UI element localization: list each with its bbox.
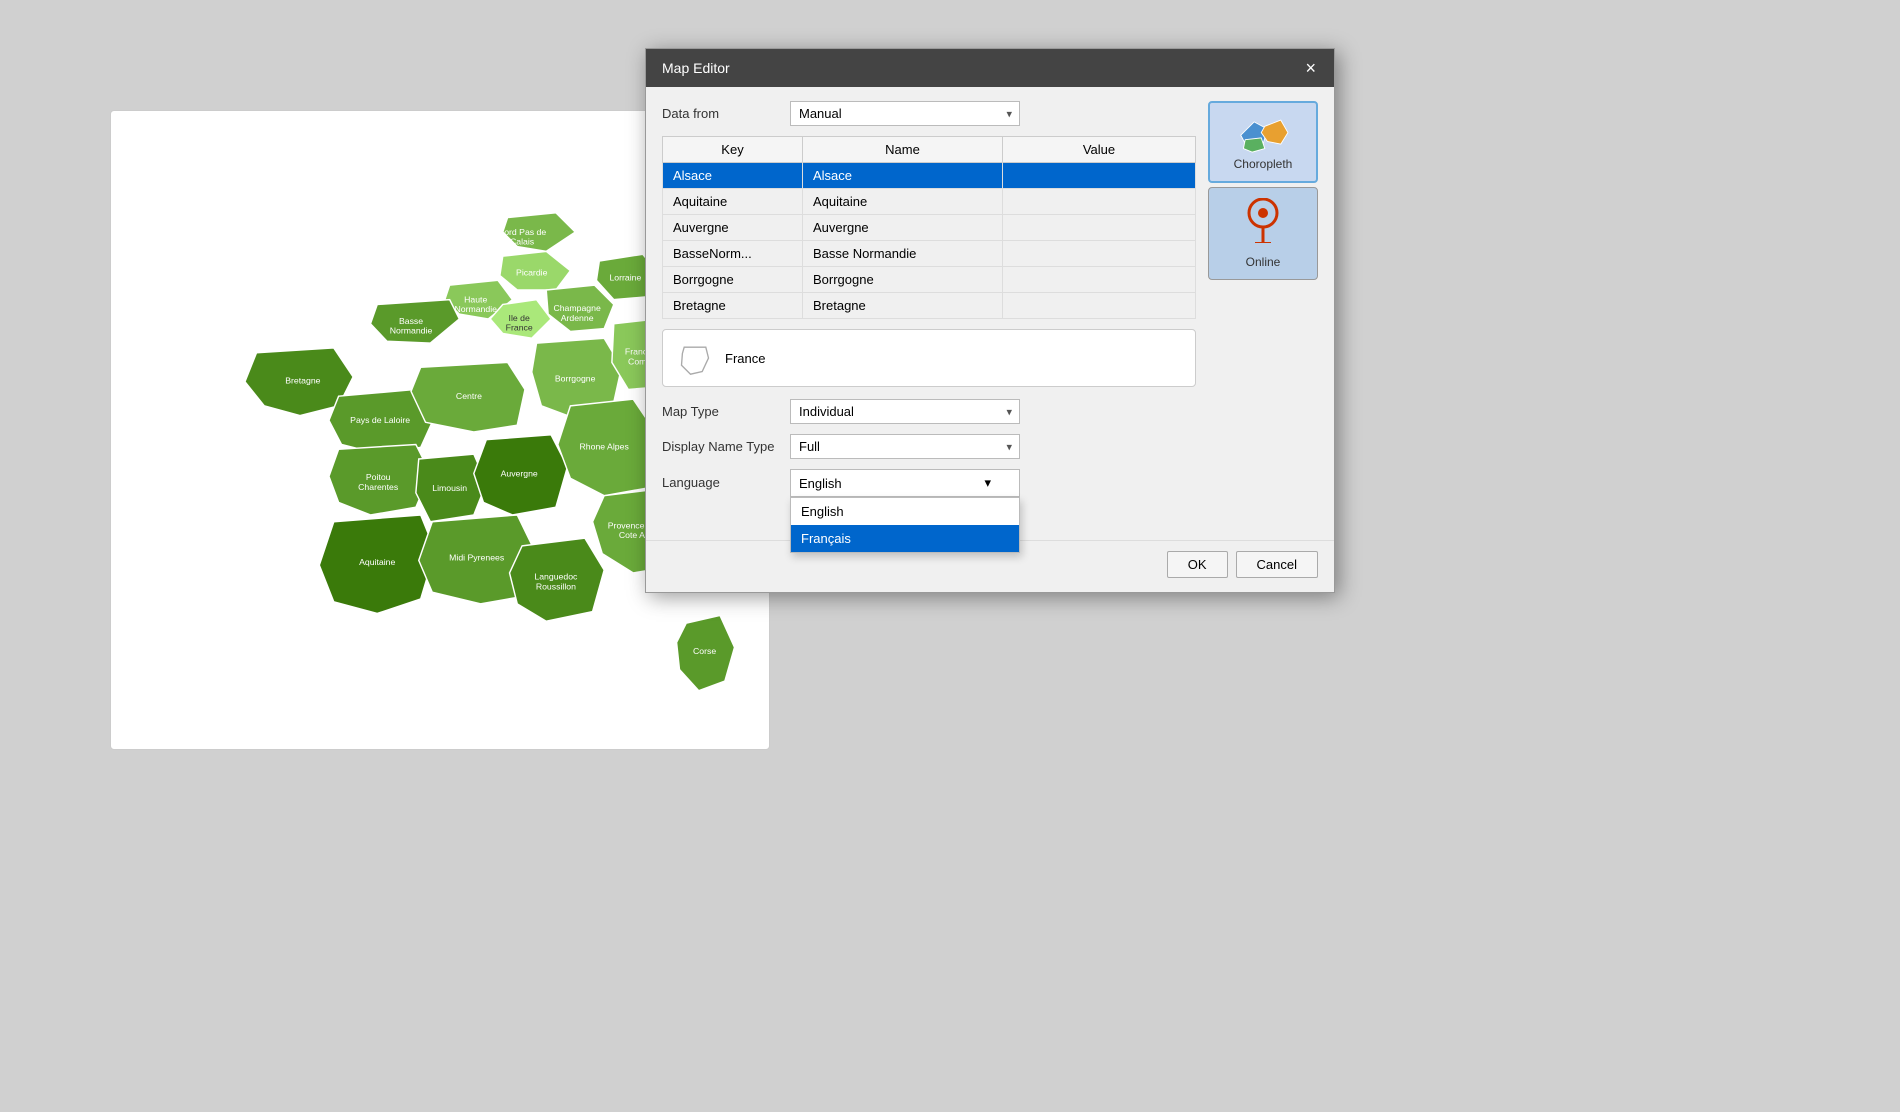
svg-text:Midi Pyrenees: Midi Pyrenees (449, 552, 505, 562)
svg-text:Picardie: Picardie (516, 268, 548, 278)
language-row: Language English ▾ English Français (662, 469, 1196, 497)
dialog-main: Data from Manual Dataset Key Name Value (662, 101, 1196, 536)
table-cell-name: Borrgogne (803, 267, 1003, 293)
table-row[interactable]: BasseNorm... Basse Normandie (663, 241, 1196, 267)
svg-text:Limousin: Limousin (432, 483, 467, 493)
svg-text:Corse: Corse (693, 646, 716, 656)
col-header-name: Name (803, 137, 1003, 163)
svg-text:Poitou: Poitou (366, 472, 391, 482)
table-cell-key: Bretagne (663, 293, 803, 319)
ok-button[interactable]: OK (1167, 551, 1228, 578)
data-from-select-wrapper: Manual Dataset (790, 101, 1020, 126)
language-option-francais[interactable]: Français (791, 525, 1019, 552)
table-cell-name: Aquitaine (803, 189, 1003, 215)
map-type-select-wrapper: Individual Grouped (790, 399, 1020, 424)
col-header-key: Key (663, 137, 803, 163)
choropleth-icon (1236, 113, 1290, 153)
col-header-value: Value (1003, 137, 1196, 163)
table-cell-key: BasseNorm... (663, 241, 803, 267)
map-selection-box[interactable]: France (662, 329, 1196, 387)
svg-text:Normandie: Normandie (454, 304, 497, 314)
svg-text:Rhone Alpes: Rhone Alpes (580, 441, 630, 451)
map-editor-dialog: Map Editor × Data from Manual Dataset (645, 48, 1335, 593)
table-row[interactable]: Auvergne Auvergne (663, 215, 1196, 241)
cancel-button[interactable]: Cancel (1236, 551, 1318, 578)
svg-text:Nord Pas de: Nord Pas de (498, 227, 546, 237)
display-name-type-row: Display Name Type Full Short (662, 434, 1196, 459)
language-dropdown-arrow: ▾ (984, 475, 991, 491)
table-row[interactable]: Aquitaine Aquitaine (663, 189, 1196, 215)
svg-text:Centre: Centre (456, 391, 482, 401)
svg-text:Haute: Haute (464, 295, 487, 305)
choropleth-option[interactable]: Choropleth (1208, 101, 1318, 183)
svg-text:Ile de: Ile de (509, 313, 530, 323)
svg-text:Borrgogne: Borrgogne (555, 374, 596, 384)
table-cell-value (1003, 267, 1196, 293)
table-row[interactable]: Borrgogne Borrgogne (663, 267, 1196, 293)
table-cell-value (1003, 163, 1196, 189)
svg-text:Normandie: Normandie (390, 325, 433, 335)
map-type-row: Map Type Individual Grouped (662, 399, 1196, 424)
svg-text:France: France (506, 323, 533, 333)
table-row[interactable]: Bretagne Bretagne (663, 293, 1196, 319)
table-cell-key: Alsace (663, 163, 803, 189)
online-option[interactable]: Online (1208, 187, 1318, 280)
display-name-type-label: Display Name Type (662, 439, 782, 454)
table-cell-value (1003, 241, 1196, 267)
table-cell-name: Auvergne (803, 215, 1003, 241)
svg-text:Champagne: Champagne (553, 303, 601, 313)
table-row[interactable]: Alsace Alsace (663, 163, 1196, 189)
svg-text:Bretagne: Bretagne (285, 376, 320, 386)
language-option-english[interactable]: English (791, 498, 1019, 525)
data-from-select[interactable]: Manual Dataset (790, 101, 1020, 126)
language-selected-value: English (799, 476, 842, 491)
online-label: Online (1246, 255, 1281, 269)
dialog-body: Data from Manual Dataset Key Name Value (646, 87, 1334, 536)
svg-text:Pays de Laloire: Pays de Laloire (350, 415, 410, 425)
data-table: Key Name Value Alsace Alsace Aquitaine A… (662, 136, 1196, 319)
svg-text:Calais: Calais (510, 237, 535, 247)
table-cell-value (1003, 293, 1196, 319)
table-cell-key: Auvergne (663, 215, 803, 241)
map-type-label: Map Type (662, 404, 782, 419)
table-cell-value (1003, 215, 1196, 241)
svg-text:Aquitaine: Aquitaine (359, 557, 395, 567)
svg-text:Auvergne: Auvergne (501, 468, 538, 478)
svg-text:Roussillon: Roussillon (536, 581, 576, 591)
dialog-titlebar: Map Editor × (646, 49, 1334, 87)
map-selection-name: France (725, 351, 765, 366)
table-cell-value (1003, 189, 1196, 215)
table-cell-key: Borrgogne (663, 267, 803, 293)
dialog-sidebar: Choropleth Online (1208, 101, 1318, 536)
svg-text:Lorraine: Lorraine (609, 272, 641, 282)
online-icon (1245, 198, 1281, 251)
data-from-row: Data from Manual Dataset (662, 101, 1196, 126)
dialog-title: Map Editor (662, 60, 730, 76)
choropleth-label: Choropleth (1234, 157, 1293, 171)
language-label: Language (662, 469, 782, 490)
svg-text:Charentes: Charentes (358, 482, 399, 492)
svg-text:Languedoc: Languedoc (534, 572, 578, 582)
data-table-wrapper: Key Name Value Alsace Alsace Aquitaine A… (662, 136, 1196, 319)
table-cell-name: Bretagne (803, 293, 1003, 319)
france-mini-icon (677, 340, 713, 376)
language-select-wrapper: English ▾ English Français (790, 469, 1020, 497)
table-cell-name: Alsace (803, 163, 1003, 189)
map-type-select[interactable]: Individual Grouped (790, 399, 1020, 424)
table-cell-name: Basse Normandie (803, 241, 1003, 267)
table-body: Alsace Alsace Aquitaine Aquitaine Auverg… (663, 163, 1196, 319)
svg-text:Basse: Basse (399, 316, 423, 326)
table-cell-key: Aquitaine (663, 189, 803, 215)
svg-text:Ardenne: Ardenne (561, 313, 594, 323)
close-button[interactable]: × (1303, 59, 1318, 77)
language-dropdown: English Français (790, 497, 1020, 553)
display-name-type-select-wrapper: Full Short (790, 434, 1020, 459)
data-from-label: Data from (662, 106, 782, 121)
language-select-display[interactable]: English ▾ (790, 469, 1020, 497)
display-name-type-select[interactable]: Full Short (790, 434, 1020, 459)
